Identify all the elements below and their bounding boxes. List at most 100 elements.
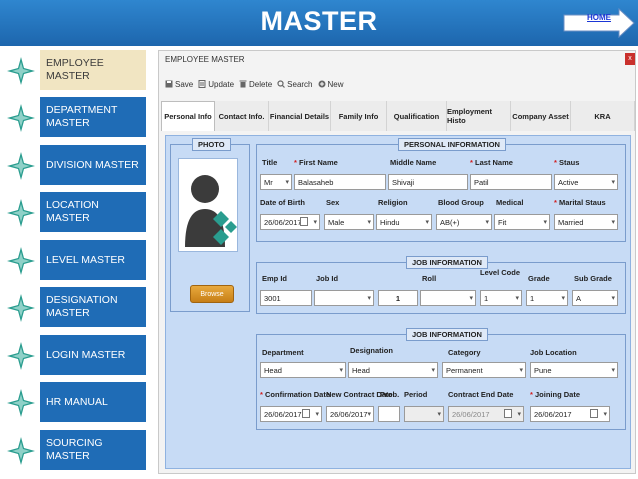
contract-end-date-field[interactable]: 26/06/2017 ▾ [448, 406, 524, 422]
sidebar-item-hr-manual[interactable]: HR MANUAL [0, 382, 150, 422]
person-silhouette-icon [185, 175, 237, 247]
first-name-label: * First Name [294, 158, 338, 167]
sidebar-item-location-master[interactable]: LOCATION MASTER [0, 192, 150, 232]
dob-label: Date of Birth [260, 198, 305, 207]
new-button[interactable]: New [318, 77, 344, 91]
period-select[interactable]: ▾ [404, 406, 444, 422]
first-name-field[interactable]: Balasaheb [294, 174, 386, 190]
blood-group-select[interactable]: AB(+) ▾ [436, 214, 492, 230]
chevron-down-icon: ▾ [611, 219, 615, 226]
browse-button[interactable]: Browse [190, 285, 234, 303]
calendar-icon[interactable] [504, 409, 512, 418]
sidebar-item-label: EMPLOYEE MASTER [40, 50, 146, 90]
new-contract-date-field[interactable]: 26/06/2017 ▾ [326, 406, 374, 422]
sidebar-item-department-master[interactable]: DEPARTMENT MASTER [0, 97, 150, 137]
search-button[interactable]: Search [277, 77, 313, 91]
page-title: MASTER [260, 6, 378, 36]
joining-date-field[interactable]: 26/06/2017 ▾ [530, 406, 610, 422]
title-label: Title [262, 158, 278, 167]
compass-star-icon [7, 57, 35, 85]
tab-family-info[interactable]: Family Info [331, 101, 387, 131]
close-button[interactable]: x [625, 53, 635, 65]
job-location-label: Job Location [530, 348, 577, 357]
sidebar-item-label: DIVISION MASTER [40, 145, 146, 185]
chevron-down-icon: ▾ [469, 295, 473, 302]
tab-employment-history[interactable]: Employment Histo [447, 101, 511, 131]
department-select[interactable]: Head ▾ [260, 362, 346, 378]
sidebar-item-sourcing-master[interactable]: SOURCING MASTER [0, 430, 150, 470]
medical-select[interactable]: Fit ▾ [494, 214, 550, 230]
sidebar-item-label: HR MANUAL [40, 382, 146, 422]
level-code-select[interactable]: 1 ▾ [480, 290, 522, 306]
compass-star-icon [7, 294, 35, 322]
level-code-label: Level Code [480, 268, 521, 277]
last-name-label: * Last Name [470, 158, 513, 167]
home-link[interactable]: HOME [563, 8, 635, 38]
chevron-down-icon: ▾ [367, 219, 371, 226]
designation-select[interactable]: Head ▾ [348, 362, 438, 378]
sidebar-item-label: SOURCING MASTER [40, 430, 146, 470]
chevron-down-icon: ▾ [611, 179, 615, 186]
blood-group-label: Blood Group [438, 198, 484, 207]
title-select[interactable]: Mr ▾ [260, 174, 292, 190]
religion-select[interactable]: Hindu ▾ [376, 214, 432, 230]
title-banner: MASTER HOME [0, 0, 638, 46]
sub-grade-select[interactable]: A ▾ [572, 290, 618, 306]
chevron-down-icon: ▾ [367, 411, 371, 418]
middle-name-label: Middle Name [390, 158, 437, 167]
roll-number-field[interactable]: 1 [378, 290, 418, 306]
chevron-down-icon: ▾ [561, 295, 565, 302]
sidebar-item-level-master[interactable]: LEVEL MASTER [0, 240, 150, 280]
status-select[interactable]: Active ▾ [554, 174, 618, 190]
chevron-down-icon: ▾ [431, 367, 435, 374]
roll-select[interactable]: ▾ [420, 290, 476, 306]
job-info-title-2: JOB INFORMATION [406, 328, 488, 341]
medical-label: Medical [496, 198, 524, 207]
save-button[interactable]: Save [165, 77, 193, 91]
sidebar-item-login-master[interactable]: LOGIN MASTER [0, 335, 150, 375]
probation-field[interactable] [378, 406, 400, 422]
confirmation-date-field[interactable]: 26/06/2017 ▾ [260, 406, 322, 422]
probation-label: Prob. [380, 390, 400, 399]
update-button[interactable]: Update [198, 77, 234, 91]
chevron-down-icon: ▾ [515, 295, 519, 302]
dob-field[interactable]: 26/06/2017 ▾ [260, 214, 320, 230]
category-select[interactable]: Permanent ▾ [442, 362, 526, 378]
job-id-select[interactable]: ▾ [314, 290, 374, 306]
middle-name-field[interactable]: Shivaji [388, 174, 468, 190]
designation-label: Designation [350, 346, 393, 355]
calendar-icon[interactable] [300, 217, 308, 226]
personal-info-title: PERSONAL INFORMATION [398, 138, 506, 151]
last-name-field[interactable]: Patil [470, 174, 552, 190]
sidebar-item-division-master[interactable]: DIVISION MASTER [0, 145, 150, 185]
home-label[interactable]: HOME [587, 13, 611, 22]
tab-qualification[interactable]: Qualification [387, 101, 447, 131]
sidebar-item-employee-master[interactable]: EMPLOYEE MASTER [0, 50, 150, 90]
marital-status-select[interactable]: Married ▾ [554, 214, 618, 230]
delete-button[interactable]: Delete [239, 77, 272, 91]
calendar-icon[interactable] [302, 409, 310, 418]
window-title: EMPLOYEE MASTER [165, 55, 245, 64]
compass-star-icon [7, 342, 35, 370]
chevron-down-icon: ▾ [367, 295, 371, 302]
tab-financial-details[interactable]: Financial Details [269, 101, 331, 131]
calendar-icon[interactable] [590, 409, 598, 418]
compass-star-icon [7, 389, 35, 417]
form-panel: PHOTO Browse PERSONAL INFORMATION Title … [165, 135, 631, 469]
chevron-down-icon: ▾ [485, 219, 489, 226]
job-location-select[interactable]: Pune ▾ [530, 362, 618, 378]
sex-select[interactable]: Male ▾ [324, 214, 374, 230]
sub-grade-label: Sub Grade [574, 274, 612, 283]
tab-company-asset[interactable]: Company Asset [511, 101, 571, 131]
tab-contact-info[interactable]: Contact Info. [215, 101, 269, 131]
grade-select[interactable]: 1 ▾ [526, 290, 568, 306]
marital-status-label: * Marital Staus [554, 198, 606, 207]
chevron-down-icon: ▾ [437, 411, 441, 418]
search-icon [277, 80, 286, 88]
tab-personal-info[interactable]: Personal Info [161, 101, 215, 131]
compass-star-icon [7, 104, 35, 132]
tab-kra[interactable]: KRA [571, 101, 635, 131]
chevron-down-icon: ▾ [519, 367, 523, 374]
emp-id-field[interactable]: 3001 [260, 290, 312, 306]
sidebar-item-designation-master[interactable]: DESIGNATION MASTER [0, 287, 150, 327]
